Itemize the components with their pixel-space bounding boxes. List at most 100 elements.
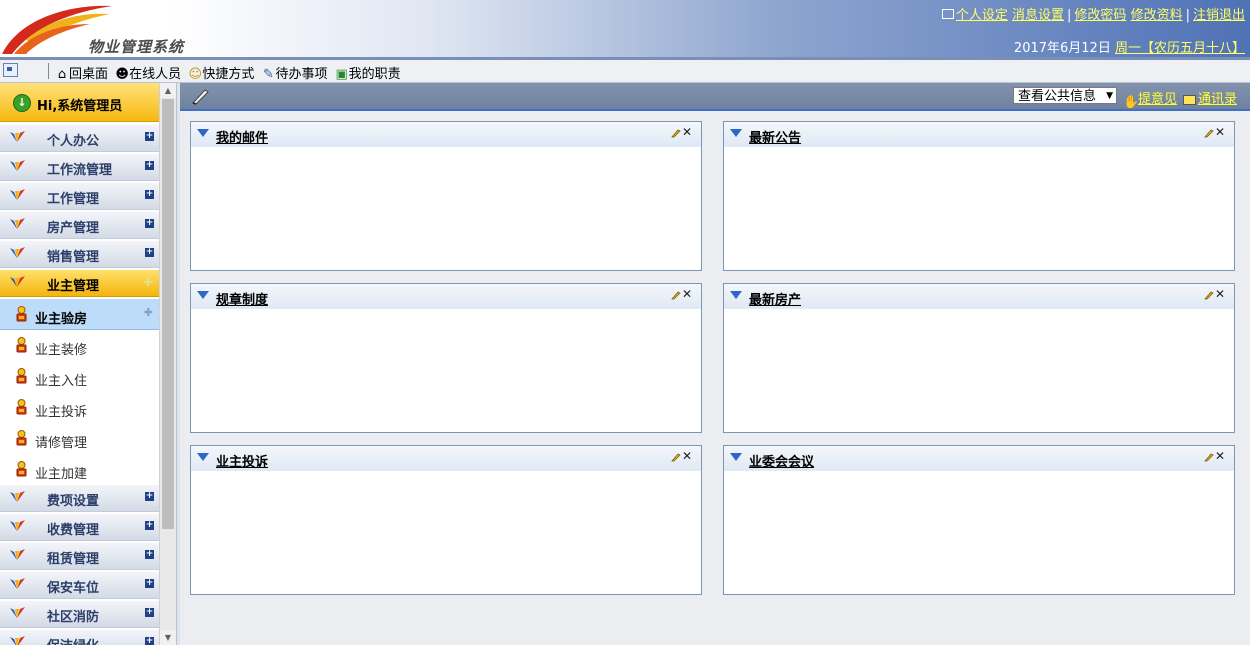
scroll-down-arrow-icon[interactable]: ▼ <box>160 630 176 645</box>
collapse-triangle-icon[interactable] <box>730 291 742 299</box>
sidebar-sub-item[interactable]: 请修管理 <box>0 423 159 454</box>
expand-plus-icon[interactable]: + <box>145 492 154 501</box>
user-card-icon <box>941 8 954 19</box>
sidebar-group-label: 工作管理 <box>47 192 100 207</box>
expand-plus-icon[interactable]: + <box>145 132 154 141</box>
sidebar-group-label: 个人办公 <box>47 134 100 149</box>
toolbar-online-users[interactable]: ☻在线人员 <box>115 63 181 82</box>
expand-plus-icon[interactable]: + <box>145 190 154 199</box>
sidebar-group[interactable]: 保安车位 + <box>0 572 159 599</box>
sidebar-group[interactable]: 社区消防 + <box>0 601 159 628</box>
close-icon[interactable]: ✕ <box>682 125 692 139</box>
link-edit-profile[interactable]: 修改资料 <box>1131 8 1183 23</box>
sidebar-group-label: 保洁绿化 <box>47 635 99 645</box>
collapse-triangle-icon[interactable] <box>730 453 742 461</box>
feather-pen-icon <box>192 89 209 105</box>
expand-plus-icon[interactable]: + <box>145 550 154 559</box>
collapse-triangle-icon[interactable] <box>730 129 742 137</box>
toolbar-shortcuts[interactable]: ☺快捷方式 <box>188 63 255 82</box>
module-icon <box>10 549 25 560</box>
sidebar-group[interactable]: 个人办公 + <box>0 125 159 152</box>
duty-icon: ▣ <box>335 67 348 82</box>
sidebar-group[interactable]: 工作流管理 + <box>0 154 159 181</box>
module-icon <box>10 636 25 645</box>
sidebar-sub-item[interactable]: 业主投诉 <box>0 392 159 423</box>
panel-title[interactable]: 规章制度 <box>216 289 268 308</box>
panel-header: 业主投诉 ✕ <box>191 446 701 471</box>
link-logout[interactable]: 注销退出 <box>1193 8 1245 23</box>
sidebar-group[interactable]: 销售管理 + <box>0 241 159 268</box>
module-icon <box>10 607 25 618</box>
link-message-settings[interactable]: 消息设置 <box>1012 8 1064 23</box>
sidebar-group[interactable]: 保洁绿化 + <box>0 630 159 645</box>
sidebar-sub-item[interactable]: 业主装修 <box>0 330 159 361</box>
close-icon[interactable]: ✕ <box>1215 449 1225 463</box>
expand-plus-icon[interactable]: + <box>145 248 154 257</box>
panel-title[interactable]: 我的邮件 <box>216 127 268 146</box>
sidebar-group[interactable]: 房产管理 + <box>0 212 159 239</box>
toolbar-home[interactable]: ⌂ 回桌面 <box>55 63 108 82</box>
link-personal-settings[interactable]: 个人设定 <box>956 8 1008 23</box>
link-change-password[interactable]: 修改密码 <box>1074 8 1126 23</box>
portal-panel: 业主投诉 ✕ <box>190 445 702 595</box>
content-toolbar: 查看公共信息 ▼ ✋提意见 通讯录 <box>180 83 1250 111</box>
sidebar-group[interactable]: 业主管理 ✚ <box>0 270 159 297</box>
panel-header: 我的邮件 ✕ <box>191 122 701 147</box>
scrollbar-thumb[interactable] <box>162 99 174 529</box>
toolbar-duty[interactable]: ▣我的职责 <box>335 63 400 82</box>
feedback-icon: ✋ <box>1123 94 1140 110</box>
todo-icon: ✎ <box>263 67 274 82</box>
close-icon[interactable]: ✕ <box>682 449 692 463</box>
panel-title[interactable]: 最新房产 <box>749 289 801 308</box>
sidebar-sub-item-label: 业主入住 <box>35 374 88 389</box>
collapse-triangle-icon[interactable] <box>197 129 209 137</box>
public-info-select[interactable]: 查看公共信息 ▼ <box>1013 87 1117 104</box>
sidebar-sub-item[interactable]: 业主入住 <box>0 361 159 392</box>
date-display: 2017年6月12日 周一【农历五月十八】 <box>1014 37 1245 56</box>
sidebar-sub-item[interactable]: 业主加建 <box>0 454 159 485</box>
portal-content: 我的邮件 ✕ 最新公告 ✕ 规章制度 ✕ 最新房产 ✕ 业主投诉 ✕ 业委会会议 ✕ <box>180 111 1250 645</box>
edit-pencil-icon[interactable] <box>1204 128 1214 138</box>
panel-title[interactable]: 业委会会议 <box>749 451 814 470</box>
collapse-triangle-icon[interactable] <box>197 291 209 299</box>
edit-pencil-icon[interactable] <box>671 128 681 138</box>
edit-pencil-icon[interactable] <box>671 290 681 300</box>
top-links: 个人设定 消息设置 | 修改密码 修改资料 | 注销退出 <box>941 4 1245 23</box>
sidebar-group[interactable]: 工作管理 + <box>0 183 159 210</box>
close-icon[interactable]: ✕ <box>1215 287 1225 301</box>
toggle-sidebar-icon[interactable] <box>3 63 18 77</box>
close-icon[interactable]: ✕ <box>1215 125 1225 139</box>
expand-plus-icon[interactable]: + <box>145 637 154 645</box>
greeting-text: Hi,系统管理员 <box>37 99 123 114</box>
panel-title[interactable]: 业主投诉 <box>216 451 268 470</box>
sidebar-group[interactable]: 收费管理 + <box>0 514 159 541</box>
module-icon <box>10 189 25 200</box>
expand-plus-icon[interactable]: + <box>145 579 154 588</box>
module-icon <box>10 131 25 142</box>
expand-plus-icon[interactable]: + <box>145 608 154 617</box>
expand-plus-icon[interactable]: + <box>145 521 154 530</box>
sidebar-scrollbar[interactable]: ▲ ▼ <box>159 83 176 645</box>
sidebar-group[interactable]: 费项设置 + <box>0 485 159 512</box>
edit-pencil-icon[interactable] <box>1204 452 1214 462</box>
expand-plus-icon[interactable]: + <box>145 219 154 228</box>
collapse-triangle-icon[interactable] <box>197 453 209 461</box>
feedback-link[interactable]: ✋提意见 <box>1123 88 1177 110</box>
edit-pencil-icon[interactable] <box>1204 290 1214 300</box>
user-status-icon: ↓ <box>13 94 31 112</box>
panel-title[interactable]: 最新公告 <box>749 127 801 146</box>
expand-plus-icon[interactable]: + <box>145 161 154 170</box>
sidebar-group[interactable]: 租赁管理 + <box>0 543 159 570</box>
edit-pencil-icon[interactable] <box>671 452 681 462</box>
scroll-up-arrow-icon[interactable]: ▲ <box>160 83 176 98</box>
weekday-link[interactable]: 周一【农历五月十八】 <box>1115 41 1245 56</box>
sidebar: ↓ Hi,系统管理员 个人办公 + 工作流管理 + 工作管理 + 房产管理 + 销售管理 + 业主管… <box>0 83 159 645</box>
close-icon[interactable]: ✕ <box>682 287 692 301</box>
owner-person-icon <box>16 461 27 477</box>
contacts-link[interactable]: 通讯录 <box>1183 88 1237 107</box>
sidebar-group-label: 社区消防 <box>47 610 100 625</box>
sidebar-group-label: 销售管理 <box>47 250 100 265</box>
owner-person-icon <box>16 337 27 353</box>
toolbar-todo[interactable]: ✎ 待办事项 <box>261 63 327 82</box>
sidebar-sub-item[interactable]: 业主验房 ✚ <box>0 299 159 330</box>
